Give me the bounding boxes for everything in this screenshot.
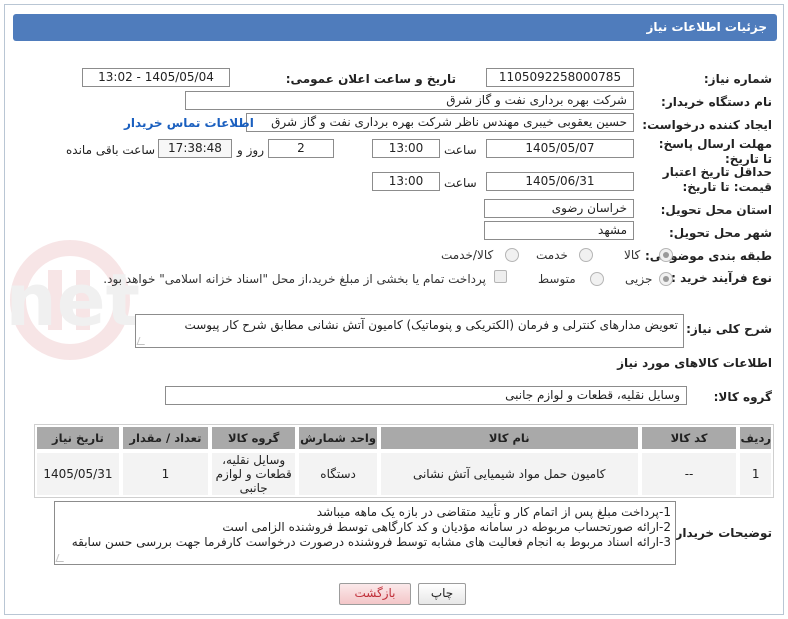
price-validity-time-label: ساعت xyxy=(444,176,477,190)
province-field: خراسان رضوی xyxy=(484,199,634,218)
resize-handle-icon[interactable] xyxy=(136,337,148,345)
reply-time-label: ساعت xyxy=(444,143,477,157)
buyer-note-line-1: 1-پرداخت مبلغ پس از اتمام کار و تأیید مت… xyxy=(316,505,671,519)
price-validity-date-field: 1405/06/31 xyxy=(486,172,634,191)
buyer-notes-label: توضیحات خریدار: xyxy=(670,526,772,540)
requester-field: حسین یعقوبی خیبری مهندس ناظر شرکت بهره ب… xyxy=(246,113,634,132)
category-service-radio[interactable] xyxy=(579,248,593,262)
cell-item-name: کامیون حمل مواد شیمیایی آتش نشانی xyxy=(378,451,640,497)
buyer-org-field: شرکت بهره برداری نفت و گاز شرق xyxy=(185,91,634,110)
print-button[interactable]: چاپ xyxy=(418,583,466,605)
col-item-group: گروه کالا xyxy=(210,425,298,451)
treasury-payment-note: پرداخت تمام یا بخشی از مبلغ خرید،از محل … xyxy=(103,272,486,286)
price-validity-label: حداقل تاریخ اعتبار قیمت: تا تاریخ: xyxy=(662,165,772,194)
goods-group-label: گروه کالا: xyxy=(713,390,772,404)
goods-info-title: اطلاعات کالاهای مورد نیاز xyxy=(617,356,772,370)
days-label: روز و xyxy=(237,143,264,157)
announce-date-label: تاریخ و ساعت اعلان عمومی: xyxy=(285,72,456,86)
time-remaining-label: ساعت باقی مانده xyxy=(66,143,156,157)
col-need-date: تاریخ نیاز xyxy=(35,425,121,451)
cell-quantity: 1 xyxy=(120,451,211,497)
buyer-org-label: نام دستگاه خریدار: xyxy=(661,95,772,109)
requester-label: ایجاد کننده درخواست: xyxy=(642,118,772,132)
col-quantity: تعداد / مقدار xyxy=(120,425,211,451)
days-remaining-field: 2 xyxy=(268,139,334,158)
back-button[interactable]: بازگشت xyxy=(339,583,411,605)
process-small-label: جزیی xyxy=(625,272,653,286)
buyer-notes-field: 1-پرداخت مبلغ پس از اتمام کار و تأیید مت… xyxy=(54,501,676,565)
cell-row-number: 1 xyxy=(738,451,773,497)
category-goods-label: کالا xyxy=(624,248,641,262)
price-validity-time-field: 13:00 xyxy=(372,172,440,191)
city-label: شهر محل تحویل: xyxy=(668,226,772,240)
category-goods-radio[interactable] xyxy=(659,248,673,262)
reply-deadline-label: مهلت ارسال پاسخ: تا تاریخ: xyxy=(658,137,772,166)
buyer-note-line-3: 3-ارائه اسناد مربوط به انجام فعالیت های … xyxy=(71,535,671,549)
process-small-radio[interactable] xyxy=(659,272,673,286)
treasury-payment-checkbox[interactable] xyxy=(494,270,507,283)
cell-unit: دستگاه xyxy=(297,451,379,497)
city-field: مشهد xyxy=(484,221,634,240)
table-row: 1 -- کامیون حمل مواد شیمیایی آتش نشانی د… xyxy=(35,451,773,497)
description-text: تعویض مدارهای کنترلی و فرمان (الکتریکی و… xyxy=(184,318,678,332)
reply-date-field: 1405/05/07 xyxy=(486,139,634,158)
buyer-note-line-2: 2-ارائه صورتحساب مربوطه در سامانه مؤدیان… xyxy=(222,520,671,534)
reply-time-field: 13:00 xyxy=(372,139,440,158)
need-number-label: شماره نیاز: xyxy=(703,72,772,86)
category-service-label: خدمت xyxy=(536,248,568,262)
description-label: شرح کلی نیاز: xyxy=(686,322,772,336)
process-type-label: نوع فرآیند خرید : xyxy=(671,271,772,285)
buyer-contact-link[interactable]: اطلاعات تماس خریدار xyxy=(124,116,254,130)
col-item-code: کد کالا xyxy=(639,425,739,451)
need-number-field: 1105092258000785 xyxy=(486,68,634,87)
page-title: جزئیات اطلاعات نیاز xyxy=(13,14,777,41)
process-medium-label: متوسط xyxy=(538,272,576,286)
cell-item-code: -- xyxy=(639,451,739,497)
time-remaining-field: 17:38:48 xyxy=(158,139,232,158)
process-medium-radio[interactable] xyxy=(590,272,604,286)
resize-handle-icon[interactable] xyxy=(55,554,67,562)
col-item-name: نام کالا xyxy=(378,425,640,451)
province-label: استان محل تحویل: xyxy=(660,203,772,217)
category-goods-service-label: کالا/خدمت xyxy=(441,248,494,262)
col-unit: واحد شمارش xyxy=(297,425,379,451)
cell-need-date: 1405/05/31 xyxy=(35,451,121,497)
cell-item-group: وسایل نقلیه، قطعات و لوازم جانبی xyxy=(210,451,298,497)
goods-group-field: وسایل نقلیه، قطعات و لوازم جانبی xyxy=(165,386,687,405)
col-row-number: ردیف xyxy=(738,425,773,451)
table-header-row: ردیف کد کالا نام کالا واحد شمارش گروه کا… xyxy=(35,425,773,451)
goods-table: ردیف کد کالا نام کالا واحد شمارش گروه کا… xyxy=(34,424,774,498)
announce-date-field: 1405/05/04 - 13:02 xyxy=(82,68,230,87)
description-field: تعویض مدارهای کنترلی و فرمان (الکتریکی و… xyxy=(135,314,684,348)
category-goods-service-radio[interactable] xyxy=(505,248,519,262)
